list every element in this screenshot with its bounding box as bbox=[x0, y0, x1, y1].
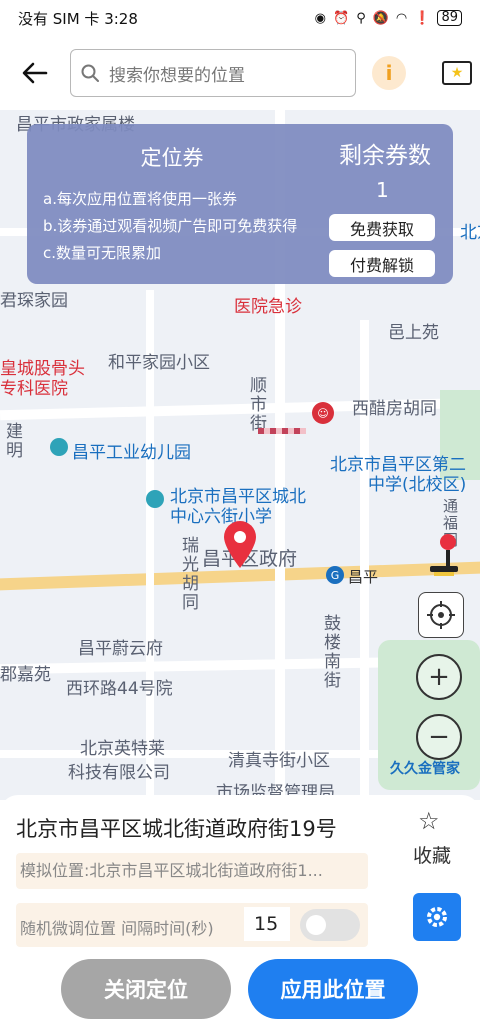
coupon-rule: b.该券通过观看视频广告即可免费获得 bbox=[43, 217, 298, 235]
favorite-label[interactable]: 收藏 bbox=[413, 841, 451, 868]
map-label: 清真寺街小区 bbox=[228, 751, 330, 771]
paid-unlock-button[interactable]: 付费解锁 bbox=[329, 250, 435, 277]
subway-icon: G bbox=[326, 566, 344, 584]
map-label: 鼓楼南街 bbox=[320, 614, 340, 690]
map-label: 中学(北校区) bbox=[368, 475, 467, 495]
coupon-panel: 定位券 a.每次应用位置将使用一张券 b.该券通过观看视频广告即可免费获得 c.… bbox=[27, 124, 453, 284]
plus-icon: + bbox=[428, 662, 450, 692]
map-label: 和平家园小区 bbox=[108, 353, 210, 373]
eye-icon: ◉ bbox=[314, 10, 327, 26]
interval-input[interactable]: 15 bbox=[244, 907, 290, 941]
map-label: 北京市昌平 bbox=[460, 223, 480, 243]
alert-icon: ❗ bbox=[414, 10, 431, 26]
star-icon: ☆ bbox=[418, 807, 440, 835]
map-road bbox=[360, 320, 369, 800]
battery-icon: 89 bbox=[437, 10, 462, 26]
back-arrow-icon bbox=[22, 62, 48, 84]
map-label: 医院急诊 bbox=[234, 297, 302, 317]
favorites-folder-button[interactable]: ★ bbox=[442, 61, 472, 85]
crosshair-icon bbox=[427, 601, 455, 629]
map-label: 瑞光胡同 bbox=[178, 536, 198, 612]
favorite-button[interactable]: ☆ bbox=[418, 807, 440, 835]
bottom-panel: 北京市昌平区城北街道政府街19号 ☆ 收藏 模拟位置:北京市昌平区城北街道政府街… bbox=[0, 795, 480, 1027]
street-view-icon[interactable] bbox=[426, 532, 462, 582]
map-label: 昌平 bbox=[348, 568, 379, 586]
search-placeholder: 搜索你想要的位置 bbox=[109, 65, 245, 86]
info-button[interactable]: i bbox=[372, 56, 406, 90]
simulated-location-field: 模拟位置:北京市昌平区城北街道政府街1... bbox=[16, 853, 368, 889]
map-label: 昌平工业幼儿园 bbox=[72, 443, 191, 463]
random-adjust-row: 随机微调位置 间隔时间(秒) 15 bbox=[16, 903, 368, 947]
search-input[interactable]: 搜索你想要的位置 bbox=[70, 49, 356, 97]
address-title: 北京市昌平区城北街道政府街19号 bbox=[16, 817, 337, 841]
coupon-title: 定位券 bbox=[140, 146, 204, 170]
map-rail-segment bbox=[258, 428, 306, 434]
coupon-rules: a.每次应用位置将使用一张券 b.该券通过观看视频广告即可免费获得 c.数量可无… bbox=[43, 186, 323, 267]
coupon-rule: a.每次应用位置将使用一张券 bbox=[43, 190, 237, 208]
school-poi-icon bbox=[50, 438, 68, 456]
search-icon bbox=[81, 64, 99, 82]
status-bar: 没有 SIM 卡 3:28 ◉ ⏰ ⚲ 🔕 ◠ ❗ 89 bbox=[0, 0, 480, 36]
wifi-icon: ◠ bbox=[395, 10, 408, 26]
gear-icon bbox=[427, 907, 447, 927]
location-marker-icon[interactable] bbox=[222, 520, 258, 570]
map-label: 建明 bbox=[2, 422, 22, 460]
map-label: 昌平蔚云府 bbox=[78, 639, 163, 659]
coupon-rule: c.数量可无限累加 bbox=[43, 244, 162, 262]
back-button[interactable] bbox=[0, 36, 70, 110]
zoom-in-button[interactable]: + bbox=[416, 654, 462, 700]
map-label: 邑上苑 bbox=[388, 323, 439, 343]
map-label: 科技有限公司 bbox=[68, 763, 170, 783]
map-label: 西醋房胡同 bbox=[352, 399, 437, 419]
map-label: 顺市街 bbox=[246, 376, 266, 433]
close-location-button[interactable]: 关闭定位 bbox=[61, 959, 231, 1019]
map-label: 西环路44号院 bbox=[66, 679, 173, 699]
map-label: 君琛家园 bbox=[0, 291, 68, 311]
restaurant-poi-icon[interactable]: ☺ bbox=[312, 402, 334, 424]
top-bar: 搜索你想要的位置 i ★ bbox=[0, 36, 480, 110]
remaining-coupons-label: 剩余券数 bbox=[339, 143, 431, 169]
alarm-icon: ⏰ bbox=[333, 10, 350, 26]
zoom-out-button[interactable]: − bbox=[416, 714, 462, 760]
locate-button[interactable] bbox=[418, 592, 464, 638]
map-label: 郡嘉苑 bbox=[0, 665, 51, 685]
random-adjust-label: 随机微调位置 间隔时间(秒) bbox=[20, 919, 214, 938]
location-status-icon: ⚲ bbox=[356, 10, 366, 26]
school-poi-icon bbox=[146, 490, 164, 508]
map-label: 北京英特莱 bbox=[80, 739, 165, 759]
remaining-coupons-count: 1 bbox=[376, 178, 389, 202]
map-label: 专科医院 bbox=[0, 379, 68, 399]
carrier-time: 没有 SIM 卡 3:28 bbox=[18, 9, 138, 28]
map-label: 久久金管家 bbox=[390, 761, 460, 777]
random-adjust-toggle[interactable] bbox=[300, 909, 360, 941]
mute-icon: 🔕 bbox=[372, 10, 389, 26]
status-icons: ◉ ⏰ ⚲ 🔕 ◠ ❗ 89 bbox=[315, 10, 462, 26]
apply-location-button[interactable]: 应用此位置 bbox=[248, 959, 418, 1019]
free-get-button[interactable]: 免费获取 bbox=[329, 214, 435, 241]
star-folder-icon: ★ bbox=[450, 65, 464, 81]
minus-icon: − bbox=[428, 722, 450, 752]
toggle-knob bbox=[306, 915, 326, 935]
settings-button[interactable] bbox=[413, 893, 461, 941]
